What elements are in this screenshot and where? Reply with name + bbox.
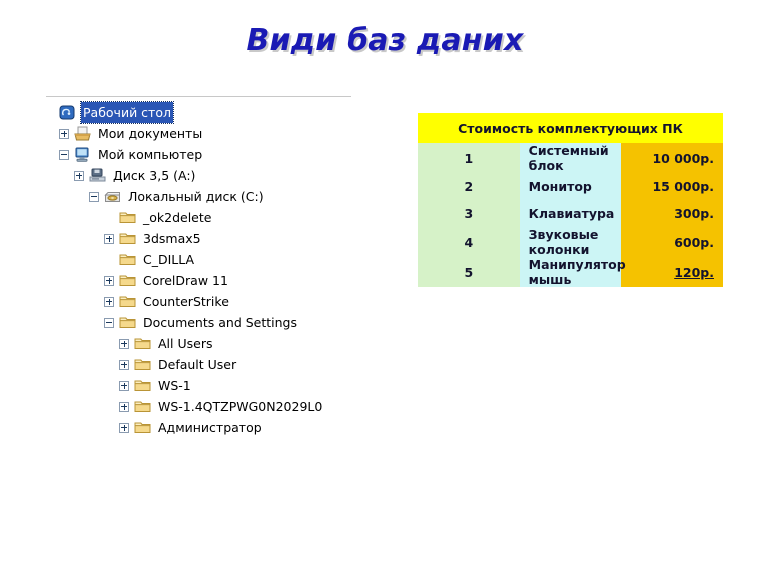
component-price-cell: 300р. [621,200,723,227]
table-row: 4 Звуковые колонки 600р. [418,227,723,257]
folder-icon [134,420,151,435]
component-price-cell: 600р. [621,227,723,257]
tree-node-label: C_DILLA [143,252,195,267]
tree-node[interactable]: Мой компьютер [44,144,364,165]
desktop-icon [59,105,76,120]
expand-plus-icon[interactable] [104,233,114,244]
row-number-cell: 5 [418,257,520,287]
table-row: 3 Клавиатура 300р. [418,200,723,227]
hard-drive-icon [104,189,121,204]
tree-node-label: Default User [158,357,237,372]
my-computer-icon [74,147,91,162]
component-name-cell: Клавиатура [519,200,622,227]
tree-node-label: 3dsmax5 [143,231,201,246]
tree-node-label: Рабочий стол [80,101,174,124]
table-row: 1 Системный блок 10 000р. [418,143,723,173]
tree-node-label: Диск 3,5 (A:) [113,168,196,183]
row-number-cell: 2 [418,173,520,200]
price-value: 10 000р. [652,150,714,166]
tree-node-label: Documents and Settings [143,315,298,330]
tree-node[interactable]: C_DILLA [44,249,364,270]
folder-icon [119,315,136,330]
tree-node-label: WS-1.4QTZPWG0N2029L0 [158,399,323,414]
expand-plus-icon[interactable] [119,380,129,391]
component-price-cell: 15 000р. [621,173,723,200]
tree-node[interactable]: Локальный диск (C:) [44,186,364,207]
component-price-cell: 10 000р. [621,143,723,173]
tree-node[interactable]: Рабочий стол [44,101,364,124]
explorer-panel: Рабочий стол Мои документы Мой компьютер Ди… [44,96,364,438]
tree-node[interactable]: CorelDraw 11 [44,270,364,291]
expand-plus-icon[interactable] [104,296,114,307]
tree-node[interactable]: 3dsmax5 [44,228,364,249]
row-number-cell: 4 [418,227,520,257]
expand-plus-icon[interactable] [59,128,69,139]
collapse-minus-icon[interactable] [89,191,99,202]
tree-node[interactable]: _ok2delete [44,207,364,228]
expand-plus-icon[interactable] [119,359,129,370]
tree-node[interactable]: Default User [44,354,364,375]
price-value: 600р. [674,234,714,250]
folder-icon [134,336,151,351]
tree-node[interactable]: Диск 3,5 (A:) [44,165,364,186]
row-number-cell: 3 [418,200,520,227]
folder-icon [134,357,151,372]
page-title: Види баз даних [246,23,524,58]
tree-node[interactable]: Мои документы [44,123,364,144]
tree-node[interactable]: WS-1 [44,375,364,396]
tree-node[interactable]: WS-1.4QTZPWG0N2029L0 [44,396,364,417]
row-number-cell: 1 [418,143,520,173]
expand-plus-icon[interactable] [119,401,129,412]
component-name-cell: Звуковые колонки [519,227,622,257]
floppy-drive-icon [89,168,106,183]
collapse-minus-icon[interactable] [104,317,114,328]
components-price-table: Стоимость комплектующих ПК 1 Системный бл… [418,113,723,287]
table-row: 2 Монитор 15 000р. [418,173,723,200]
expand-plus-icon[interactable] [119,422,129,433]
collapse-minus-icon[interactable] [59,149,69,160]
folder-icon [134,399,151,414]
folder-icon [119,273,136,288]
tree-node-label: _ok2delete [143,210,212,225]
folder-icon [119,231,136,246]
tree-node-label: CounterStrike [143,294,229,309]
table-title: Стоимость комплектующих ПК [418,113,723,143]
my-documents-icon [74,126,91,141]
folder-icon [119,210,136,225]
table-row: 5 Манипулятор мышь 120р. [418,257,723,287]
folder-icon [134,378,151,393]
price-value: 15 000р. [652,179,714,194]
tree-node[interactable]: Documents and Settings [44,312,364,333]
expand-plus-icon[interactable] [119,338,129,349]
tree-node-label: Администратор [158,420,262,435]
component-name-cell: Системный блок [519,143,622,173]
component-name-cell: Манипулятор мышь [519,257,626,287]
component-name-cell: Монитор [519,173,622,200]
folder-icon [119,252,136,267]
tree-node[interactable]: All Users [44,333,364,354]
price-value: 120р. [674,264,714,280]
tree-node-label: Мои документы [98,126,203,141]
table-header-row: Стоимость комплектующих ПК [418,113,723,143]
folder-tree[interactable]: Рабочий стол Мои документы Мой компьютер Ди… [44,101,364,438]
tree-node-label: WS-1 [158,378,191,393]
tree-node[interactable]: CounterStrike [44,291,364,312]
tree-node-label: Локальный диск (C:) [128,189,264,204]
tree-node-label: All Users [158,336,213,351]
tree-node[interactable]: Администратор [44,417,364,438]
price-value: 300р. [674,206,714,221]
component-price-cell: 120р. [621,257,723,287]
expand-plus-icon[interactable] [104,275,114,286]
folder-icon [119,294,136,309]
tree-node-label: Мой компьютер [98,147,203,162]
expand-plus-icon[interactable] [74,170,84,181]
panel-divider [46,96,351,97]
tree-node-label: CorelDraw 11 [143,273,228,288]
